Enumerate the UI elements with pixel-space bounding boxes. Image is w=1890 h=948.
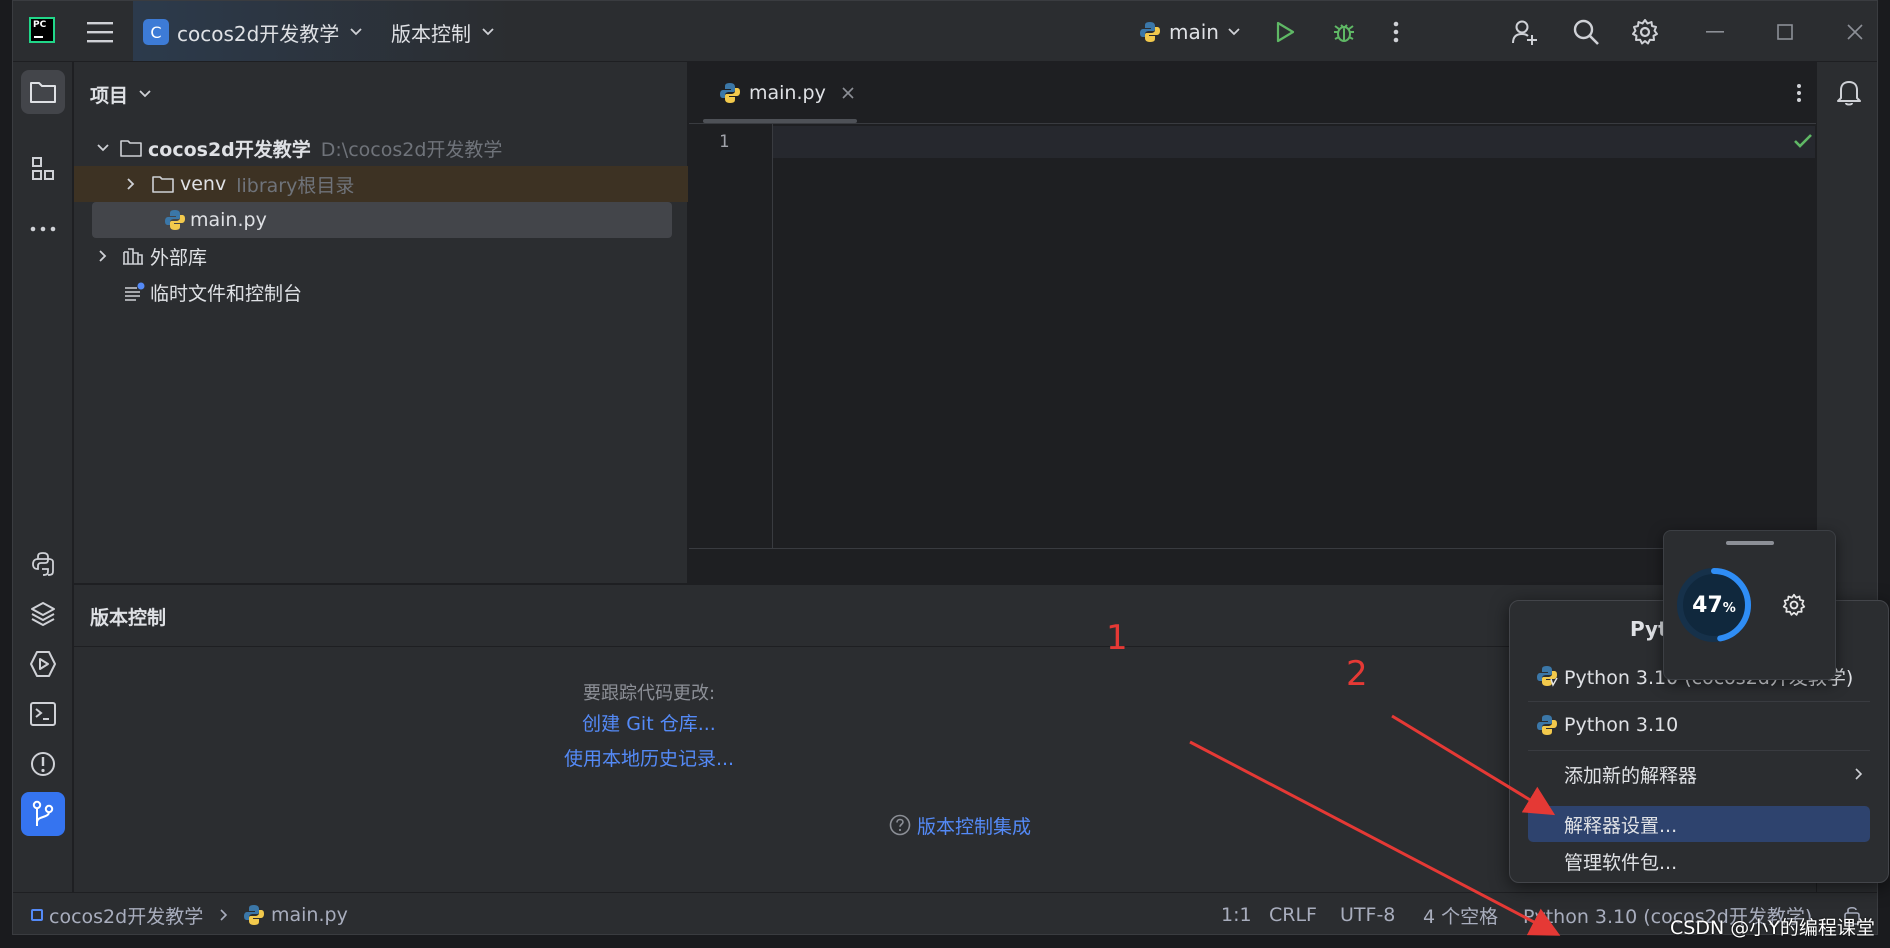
annotation-arrows — [1189, 714, 1561, 936]
watermark: CSDN @小Y的编程课堂 — [1670, 917, 1875, 939]
annotation-arrow-1 — [1189, 740, 1561, 936]
annotation-arrow-2 — [1391, 714, 1556, 816]
